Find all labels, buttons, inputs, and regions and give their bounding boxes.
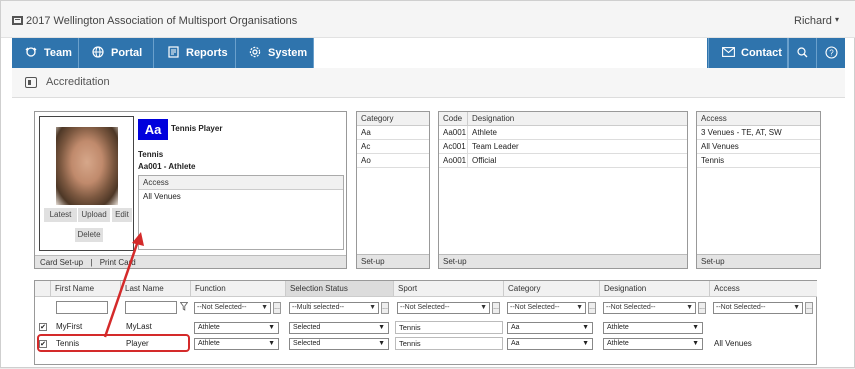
annotation-arrow — [103, 232, 144, 338]
app-window: 2017 Wellington Association of Multispor… — [0, 0, 855, 368]
